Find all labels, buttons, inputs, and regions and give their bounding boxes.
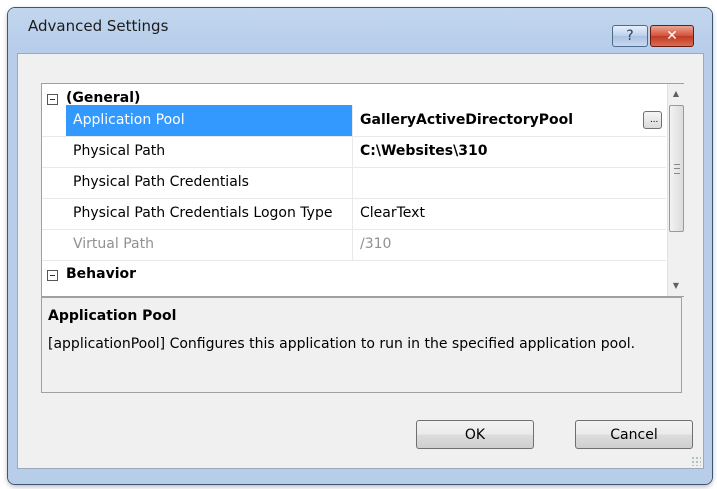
category-behavior[interactable]: Behavior — [42, 260, 666, 291]
resize-grip-icon[interactable] — [691, 456, 701, 466]
window-title: Advanced Settings — [28, 17, 169, 35]
cancel-button[interactable]: Cancel — [575, 420, 693, 449]
description-title: Application Pool — [48, 308, 177, 324]
property-value: /310 — [360, 236, 392, 252]
collapse-icon[interactable] — [47, 94, 58, 105]
property-name[interactable]: Physical Path Credentials Logon Type — [66, 198, 353, 229]
property-row-logon-type[interactable]: Physical Path Credentials Logon Type Cle… — [42, 198, 666, 230]
scroll-down-arrow-icon[interactable]: ▼ — [668, 278, 684, 294]
property-name[interactable]: Physical Path — [66, 136, 353, 167]
category-label: Behavior — [66, 266, 137, 282]
help-button[interactable]: ? — [612, 25, 648, 47]
dialog-client-area: (General) Application Pool GalleryActive… — [17, 53, 704, 469]
collapse-icon[interactable] — [47, 270, 58, 281]
category-label: (General) — [66, 90, 141, 106]
dialog-window: Advanced Settings ? ✕ (General) Applicat… — [8, 8, 712, 484]
property-value[interactable]: C:\Websites\310 — [354, 136, 666, 167]
grip-icon — [674, 164, 680, 174]
scroll-up-arrow-icon[interactable]: ▲ — [668, 86, 684, 102]
property-row-physical-path-credentials[interactable]: Physical Path Credentials — [42, 167, 666, 199]
property-name[interactable]: Physical Path Credentials — [66, 167, 353, 198]
close-button[interactable]: ✕ — [650, 25, 694, 47]
property-grid: (General) Application Pool GalleryActive… — [41, 83, 684, 297]
vertical-scrollbar[interactable]: ▲ ▼ — [667, 84, 684, 296]
description-panel: Application Pool [applicationPool] Confi… — [41, 297, 682, 393]
property-name[interactable]: Application Pool — [66, 105, 353, 136]
scrollbar-thumb[interactable] — [669, 105, 684, 232]
property-value[interactable] — [354, 167, 666, 198]
property-name: Virtual Path — [66, 229, 353, 260]
property-row-application-pool[interactable]: Application Pool GalleryActiveDirectoryP… — [42, 105, 666, 137]
close-icon: ✕ — [666, 28, 678, 44]
description-text: [applicationPool] Configures this applic… — [48, 336, 636, 352]
property-value[interactable]: GalleryActiveDirectoryPool — [354, 105, 666, 136]
title-bar[interactable]: Advanced Settings ? ✕ — [8, 8, 712, 47]
property-value[interactable]: ClearText — [354, 198, 666, 229]
property-row-physical-path[interactable]: Physical Path C:\Websites\310 — [42, 136, 666, 168]
property-row-virtual-path[interactable]: Virtual Path /310 — [42, 229, 666, 261]
help-icon: ? — [626, 28, 634, 44]
ok-button[interactable]: OK — [416, 420, 534, 449]
browse-ellipsis-button[interactable]: ... — [643, 111, 662, 129]
